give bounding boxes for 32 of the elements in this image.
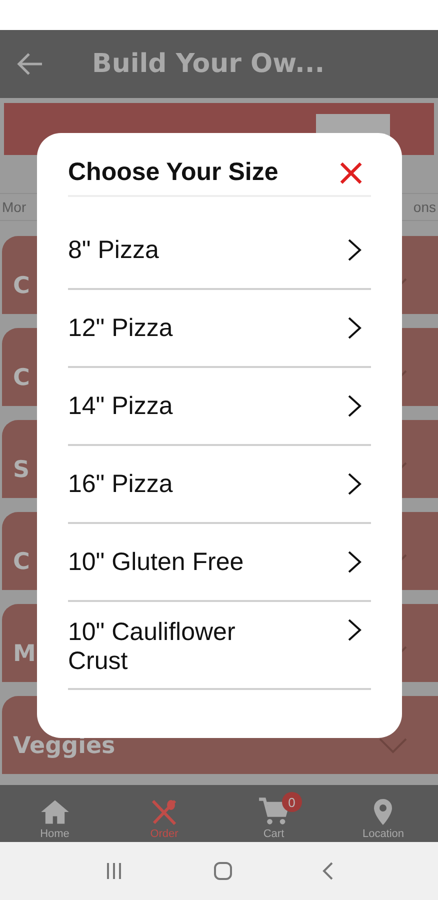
chevron-right-icon (347, 238, 363, 262)
size-option[interactable]: 14" Pizza (68, 368, 371, 446)
category-label: Veggies (13, 733, 116, 759)
close-button[interactable]: × (331, 153, 371, 191)
home-icon[interactable] (212, 861, 233, 881)
chevron-right-icon (347, 618, 363, 642)
cart-icon (258, 796, 290, 826)
chevron-right-icon (347, 394, 363, 418)
category-label: S (13, 457, 30, 483)
page-title: Build Your Ow... (92, 49, 325, 79)
options-text: Mor (2, 199, 26, 215)
size-option[interactable]: 10" Gluten Free (68, 524, 371, 602)
category-label: C (13, 273, 30, 299)
size-option[interactable]: 16" Pizza (68, 446, 371, 524)
size-option[interactable]: 12" Pizza (68, 290, 371, 368)
back-arrow-icon[interactable] (16, 52, 44, 76)
home-icon (38, 798, 71, 826)
size-option[interactable]: 8" Pizza (68, 212, 371, 290)
category-label: C (13, 365, 30, 391)
dialog-title: Choose Your Size (68, 158, 278, 186)
cart-count-badge: 0 (282, 792, 302, 812)
chevron-right-icon (347, 550, 363, 574)
options-text: ons (413, 199, 436, 215)
back-icon[interactable] (322, 861, 334, 881)
category-label: M (13, 641, 36, 667)
chevron-right-icon (347, 472, 363, 496)
category-label: C (13, 549, 30, 575)
size-option[interactable]: 10" Cauliflower Crust (68, 602, 371, 690)
chevron-right-icon (347, 316, 363, 340)
location-pin-icon (373, 798, 394, 826)
utensils-icon (150, 798, 178, 826)
chevron-down-icon (378, 737, 408, 755)
